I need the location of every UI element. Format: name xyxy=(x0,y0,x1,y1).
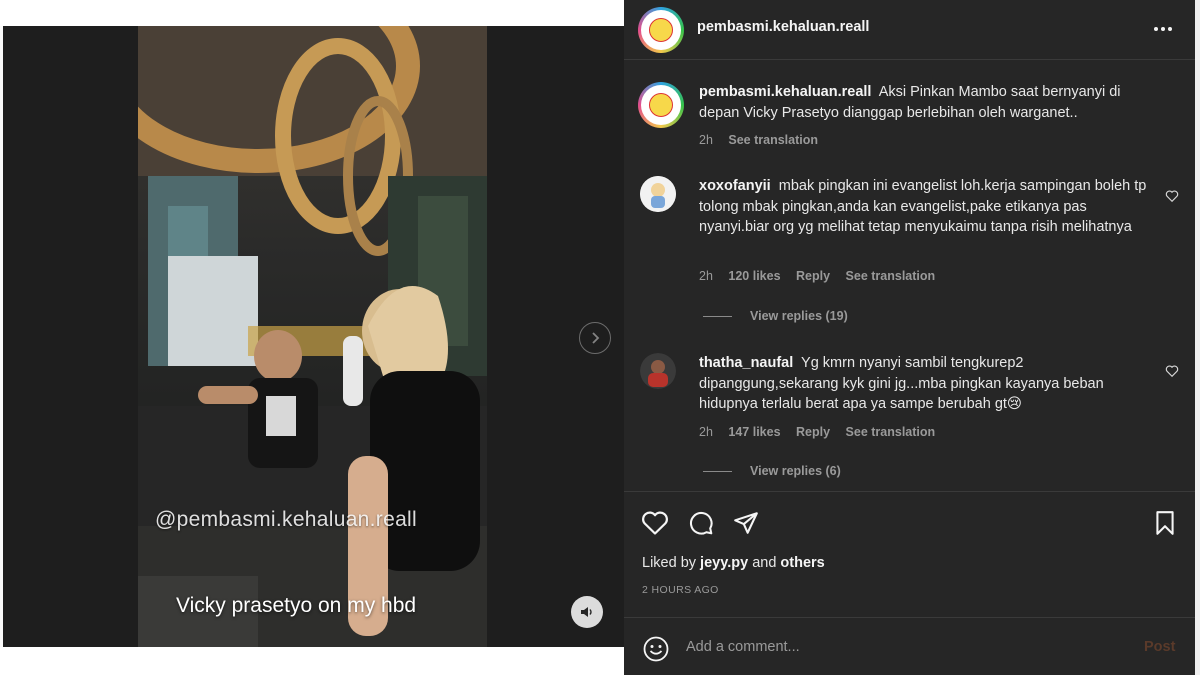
post-side-panel: pembasmi.kehaluan.reall pembasmi.kehalua… xyxy=(624,0,1195,675)
speaker-icon xyxy=(581,607,592,617)
bottom-page-strip xyxy=(0,647,624,675)
view-replies-label: View replies (6) xyxy=(750,464,841,478)
add-comment-input[interactable] xyxy=(686,632,1106,662)
liked-by-user[interactable]: jeyy.py xyxy=(700,555,748,571)
liked-by-others[interactable]: others xyxy=(780,555,824,571)
comment-icon xyxy=(690,512,713,535)
caption-see-translation[interactable]: See translation xyxy=(728,133,818,147)
comment-time[interactable]: 2h xyxy=(699,425,713,439)
video-player[interactable]: @pembasmi.kehaluan.reall Vicky prasetyo … xyxy=(138,26,487,647)
comment-see-translation[interactable]: See translation xyxy=(846,425,936,439)
comment-username[interactable]: thatha_naufal xyxy=(699,355,793,371)
post-media[interactable]: @pembasmi.kehaluan.reall Vicky prasetyo … xyxy=(3,26,624,647)
avatar-inner xyxy=(641,85,681,125)
post-timestamp[interactable]: 2 HOURS AGO xyxy=(642,584,719,596)
comment-like-heart-icon[interactable] xyxy=(1165,364,1179,378)
comment-text-block: xoxofanyii mbak pingkan ini evangelist l… xyxy=(699,176,1159,238)
avatar-logo xyxy=(649,18,673,42)
video-caption-overlay: Vicky prasetyo on my hbd xyxy=(176,594,417,617)
caption-author-avatar[interactable] xyxy=(638,82,684,128)
bookmark-icon xyxy=(1156,511,1174,535)
heart-icon xyxy=(642,511,668,535)
comment-like-heart-icon[interactable] xyxy=(1165,189,1179,203)
chevron-right-icon xyxy=(592,332,600,344)
replies-divider-line xyxy=(703,315,732,317)
share-icon xyxy=(734,512,758,534)
comment-see-translation[interactable]: See translation xyxy=(846,269,936,283)
author-avatar[interactable] xyxy=(638,7,684,53)
share-button[interactable] xyxy=(731,508,761,538)
top-page-strip xyxy=(0,0,624,26)
commenter-avatar[interactable] xyxy=(640,176,676,212)
liked-by-and: and xyxy=(752,555,777,571)
avatar-logo xyxy=(649,93,673,117)
comments-list[interactable]: pembasmi.kehaluan.reall Aksi Pinkan Mamb… xyxy=(624,61,1195,491)
comment-likes[interactable]: 120 likes xyxy=(728,269,780,283)
comment-time[interactable]: 2h xyxy=(699,269,713,283)
save-button[interactable] xyxy=(1150,508,1180,538)
next-media-button[interactable] xyxy=(579,322,611,354)
mute-toggle-button[interactable] xyxy=(571,596,603,628)
view-replies-button[interactable]: View replies (6) xyxy=(703,464,841,478)
avatar-image xyxy=(640,176,676,212)
view-replies-label: View replies (19) xyxy=(750,309,848,323)
like-button[interactable] xyxy=(640,508,670,538)
comment-meta: 2h 120 likes Reply See translation xyxy=(699,269,947,283)
comment-button[interactable] xyxy=(686,508,716,538)
comment-likes[interactable]: 147 likes xyxy=(728,425,780,439)
caption-username[interactable]: pembasmi.kehaluan.reall xyxy=(699,84,871,100)
liked-by-prefix: Liked by xyxy=(642,555,697,571)
post-actions: Liked by jeyy.py and others 2 HOURS AGO xyxy=(624,491,1195,616)
avatar-inner xyxy=(641,10,681,50)
comment-reply-button[interactable]: Reply xyxy=(796,425,830,439)
comment-meta: 2h 147 likes Reply See translation xyxy=(699,425,947,439)
caption-meta: 2h See translation xyxy=(699,133,830,147)
post-header: pembasmi.kehaluan.reall xyxy=(624,0,1195,60)
video-watermark: @pembasmi.kehaluan.reall xyxy=(155,508,417,531)
right-page-edge xyxy=(1195,0,1200,675)
comment-username[interactable]: xoxofanyii xyxy=(699,178,771,194)
post-comment-button[interactable]: Post xyxy=(1144,639,1175,655)
caption-time[interactable]: 2h xyxy=(699,133,713,147)
comment-reply-button[interactable]: Reply xyxy=(796,269,830,283)
replies-divider-line xyxy=(703,470,732,472)
more-options-button[interactable] xyxy=(1151,17,1175,41)
video-frame-illustration xyxy=(138,26,487,647)
liked-by-summary: Liked by jeyy.py and others xyxy=(642,555,825,571)
comment-text-block: thatha_naufal Yg kmrn nyanyi sambil teng… xyxy=(699,353,1159,415)
emoji-icon[interactable] xyxy=(642,635,670,663)
more-horizontal-icon xyxy=(1154,27,1172,31)
view-replies-button[interactable]: View replies (19) xyxy=(703,309,848,323)
comment-composer: Post xyxy=(624,617,1195,675)
author-username[interactable]: pembasmi.kehaluan.reall xyxy=(697,19,869,35)
avatar-image xyxy=(640,353,676,389)
caption-text-block: pembasmi.kehaluan.reall Aksi Pinkan Mamb… xyxy=(699,82,1159,123)
commenter-avatar[interactable] xyxy=(640,353,676,389)
